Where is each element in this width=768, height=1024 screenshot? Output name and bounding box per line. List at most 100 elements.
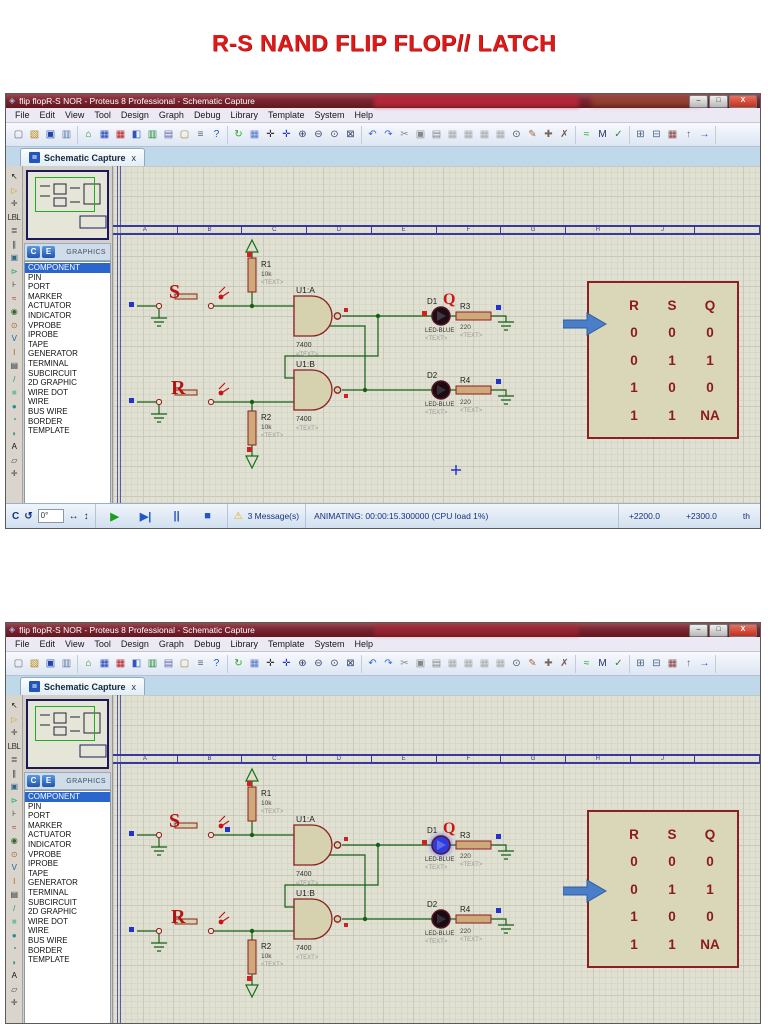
menu-item[interactable]: Library (225, 110, 263, 120)
remove-sheet-icon[interactable]: ⊟ (649, 656, 664, 672)
new-file-icon[interactable]: ▢ (11, 656, 26, 672)
close-button[interactable]: X (729, 623, 757, 637)
flip-horizontal-icon[interactable]: ↔ (69, 511, 79, 522)
led-d2[interactable] (431, 380, 451, 400)
object-list-item[interactable]: PIN (25, 802, 110, 812)
new-sheet-icon[interactable]: ⊞ (633, 127, 648, 143)
schematic-canvas[interactable]: ABCDEFGHJ S R Q R1 10k <TEXT> R2 10k <TE… (113, 166, 760, 508)
print-icon[interactable]: ▥ (59, 656, 74, 672)
selection-mode-icon[interactable]: ↖ (7, 171, 22, 182)
help-icon[interactable]: ? (209, 656, 224, 672)
print-icon[interactable]: ▥ (59, 127, 74, 143)
overview-pane[interactable] (26, 170, 109, 240)
switch-s[interactable] (155, 286, 230, 310)
rotate-anticlockwise-icon[interactable]: ↺ (24, 511, 32, 522)
bom-icon[interactable]: ▤ (161, 656, 176, 672)
nand-gate-u1b[interactable] (293, 898, 342, 940)
gerber-viewer-icon[interactable]: ◧ (129, 127, 144, 143)
subcircuit-mode-icon[interactable]: ▣ (7, 252, 22, 263)
2d-box-icon[interactable]: ■ (7, 916, 22, 927)
menu-item[interactable]: Help (350, 639, 379, 649)
open-folder-icon[interactable]: ▧ (27, 127, 42, 143)
tape-recorder-mode-icon[interactable]: ◉ (7, 835, 22, 846)
menu-item[interactable]: File (10, 639, 35, 649)
title-bar[interactable]: ◈ flip flopR-S NOR - Proteus 8 Professio… (6, 623, 760, 637)
tab-close-icon[interactable]: x (130, 153, 137, 163)
graph-mode-icon[interactable]: ≈ (7, 822, 22, 833)
search-find-icon[interactable]: M (595, 656, 610, 672)
ground-arrow[interactable] (245, 455, 259, 470)
wire-label-mode-icon[interactable]: LBL (7, 741, 22, 752)
schematic-canvas[interactable]: ABCDEFGHJ S R Q R1 10k <TEXT> R2 10k <TE… (113, 695, 760, 1023)
rotate-clockwise-icon[interactable]: C (12, 511, 19, 522)
tab-close-icon[interactable]: x (130, 682, 137, 692)
component-mode-icon[interactable]: ▷ (7, 714, 22, 725)
junction-dot-mode-icon[interactable]: ✛ (7, 727, 22, 738)
2d-text-icon[interactable]: A (7, 441, 22, 452)
play-button[interactable]: ▶ (102, 510, 128, 523)
pan-icon[interactable]: ✛ (279, 127, 294, 143)
origin-icon[interactable]: ✛ (263, 127, 278, 143)
pick-parts-icon[interactable]: ⊙ (509, 656, 524, 672)
redo-icon[interactable]: ↷ (381, 127, 396, 143)
pick-devices-button[interactable]: C (27, 246, 40, 258)
menu-item[interactable]: Edit (35, 639, 61, 649)
design-explorer-icon[interactable]: ▥ (145, 656, 160, 672)
device-pin-mode-icon[interactable]: ⊦ (7, 808, 22, 819)
search-find-icon[interactable]: M (595, 127, 610, 143)
block-rotate-icon[interactable]: ▦ (477, 656, 492, 672)
2d-line-icon[interactable]: / (7, 903, 22, 914)
resistor-r3[interactable] (455, 311, 492, 321)
new-sheet-icon[interactable]: ⊞ (633, 656, 648, 672)
exit-to-parent-icon[interactable]: ↑ (681, 656, 696, 672)
block-rotate-icon[interactable]: ▦ (477, 127, 492, 143)
component-mode-icon[interactable]: ▷ (7, 185, 22, 196)
schematic-capture-icon[interactable]: ▦ (97, 656, 112, 672)
title-bar[interactable]: ◈ flip flopR-S NOR - Proteus 8 Professio… (6, 94, 760, 108)
object-list-item[interactable]: ACTUATOR (25, 830, 110, 840)
menu-item[interactable]: System (310, 639, 350, 649)
schematic-capture-icon[interactable]: ▦ (97, 127, 112, 143)
object-list-item[interactable]: TEMPLATE (25, 426, 110, 436)
menu-item[interactable]: Graph (154, 110, 189, 120)
object-list-item[interactable]: MARKER (25, 821, 110, 831)
2d-arc-icon[interactable]: ◔ (7, 943, 22, 954)
menu-item[interactable]: Edit (35, 110, 61, 120)
menu-item[interactable]: Template (263, 639, 310, 649)
2d-circle-icon[interactable]: ● (7, 930, 22, 941)
menu-item[interactable]: Library (225, 639, 263, 649)
zoom-area-icon[interactable]: ⊙ (327, 656, 342, 672)
edit-device-button[interactable]: E (42, 775, 55, 787)
text-script-mode-icon[interactable]: ≣ (7, 754, 22, 765)
menu-item[interactable]: Design (116, 639, 154, 649)
undo-icon[interactable]: ↶ (365, 127, 380, 143)
zoom-area-icon[interactable]: ⊙ (327, 127, 342, 143)
zoom-to-sheet-icon[interactable]: → (697, 656, 712, 672)
object-list-item[interactable]: BORDER (25, 417, 110, 427)
redraw-icon[interactable]: ↻ (231, 656, 246, 672)
message-area[interactable]: ⚠ 3 Message(s) (228, 504, 307, 528)
pan-icon[interactable]: ✛ (279, 656, 294, 672)
flip-vertical-icon[interactable]: ↕ (84, 511, 89, 522)
bom-icon[interactable]: ▤ (161, 127, 176, 143)
object-list-item[interactable]: TERMINAL (25, 888, 110, 898)
gerber-viewer-icon[interactable]: ◧ (129, 656, 144, 672)
terminal-mode-icon[interactable]: ⊳ (7, 795, 22, 806)
cut-icon[interactable]: ✂ (397, 127, 412, 143)
make-device-icon[interactable]: ✎ (525, 656, 540, 672)
block-move-icon[interactable]: ▦ (461, 127, 476, 143)
save-icon[interactable]: ▣ (43, 127, 58, 143)
menu-item[interactable]: File (10, 110, 35, 120)
led-d1[interactable] (431, 306, 451, 326)
menu-item[interactable]: Debug (189, 639, 226, 649)
nand-gate-u1a[interactable] (293, 824, 342, 866)
goto-sheet-icon[interactable]: ▦ (665, 656, 680, 672)
object-list-item[interactable]: TAPE (25, 340, 110, 350)
new-file-icon[interactable]: ▢ (11, 127, 26, 143)
subcircuit-mode-icon[interactable]: ▣ (7, 781, 22, 792)
project-notes-icon[interactable]: ▢ (177, 127, 192, 143)
virtual-instruments-mode-icon[interactable]: ▤ (7, 360, 22, 371)
2d-symbol-icon[interactable]: ▱ (7, 455, 22, 466)
led-d2[interactable] (431, 909, 451, 929)
object-list-item[interactable]: VPROBE (25, 321, 110, 331)
